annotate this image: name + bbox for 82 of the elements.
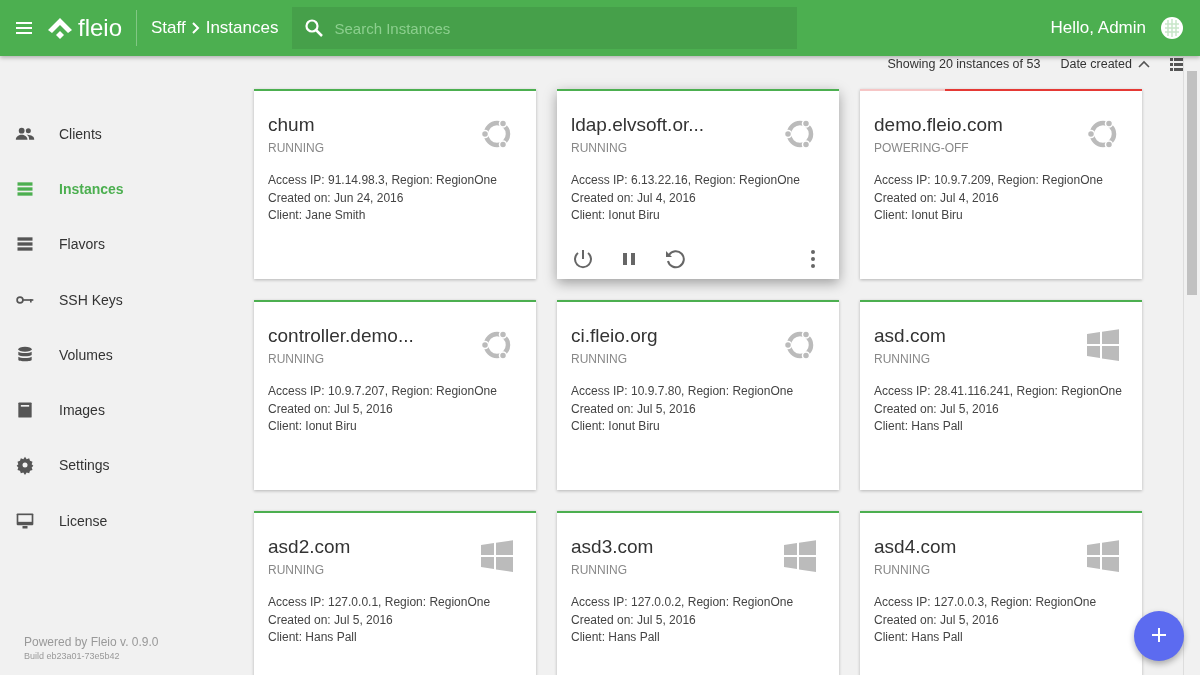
sort-button[interactable]: Date created [1060, 57, 1150, 71]
breadcrumb-current: Instances [205, 18, 279, 38]
images-icon [15, 400, 35, 421]
result-count: Showing 20 instances of 53 [887, 57, 1041, 71]
instance-detail: Created on: Jul 5, 2016 [571, 400, 697, 418]
instance-detail: Access IP: 10.9.7.209, Region: RegionOne [874, 172, 1104, 189]
instance-status: RUNNING [268, 563, 325, 577]
restart-icon[interactable] [663, 247, 687, 271]
instance-name: ci.fleio.org [571, 325, 659, 347]
windows-logo-icon [1086, 539, 1120, 573]
chevron-up-icon [1138, 60, 1150, 68]
instance-detail: Client: Hans Pall [874, 418, 964, 435]
sidebar-item[interactable]: Images [0, 382, 240, 438]
instance-card[interactable]: asd.com RUNNING Access IP: 28.41.116.241, Region: RegionOne Created on: Jul 5, 2016 Client: Hans Pall [860, 300, 1142, 490]
instance-detail: Client: Ionut Biru [268, 418, 358, 435]
instance-detail: Client: Jane Smith [268, 207, 367, 224]
instance-status: POWERING-OFF [874, 141, 970, 155]
instance-name: asd4.com [874, 536, 958, 558]
instance-status: RUNNING [571, 563, 628, 577]
instance-card[interactable]: demo.fleio.com POWERING-OFF Access IP: 10.9.7.209, Region: RegionOne Created on: Jul 4, 2016 Client: Ionut Biru [860, 89, 1142, 279]
avatar-icon[interactable] [1160, 16, 1184, 40]
instance-card[interactable]: asd2.com RUNNING Access IP: 127.0.0.1, Region: RegionOne Created on: Jul 5, 2016 Client: Hans Pall [254, 511, 536, 675]
instance-detail: Created on: Jul 5, 2016 [268, 611, 394, 629]
instance-status: RUNNING [268, 352, 325, 366]
sidebar-item[interactable]: SSH Keys [0, 271, 240, 328]
instance-name: asd.com [874, 325, 947, 347]
chevron-right-icon [191, 22, 200, 34]
windows-logo-icon [1086, 328, 1120, 362]
instance-detail: Client: Hans Pall [571, 629, 661, 646]
instance-status: RUNNING [571, 352, 628, 366]
instance-name: ldap.elvsoft.or... [571, 114, 706, 136]
windows-logo-icon [480, 539, 514, 573]
instance-detail: Access IP: 6.13.22.16, Region: RegionOne [571, 172, 801, 189]
instance-detail: Access IP: 10.9.7.207, Region: RegionOne [268, 383, 498, 400]
instance-detail: Client: Hans Pall [268, 629, 358, 646]
scrollbar[interactable] [1183, 57, 1200, 675]
sidebar-item[interactable]: Volumes [0, 327, 240, 383]
build-text: Build eb23a01-73e5b42 [24, 651, 121, 661]
sidebar-item[interactable]: License [0, 493, 240, 549]
instance-detail: Created on: Jun 24, 2016 [268, 189, 405, 207]
instance-name: asd3.com [571, 536, 655, 558]
instance-name: demo.fleio.com [874, 114, 1004, 136]
sidebar-item[interactable]: Settings [0, 437, 240, 494]
instance-card[interactable]: ci.fleio.org RUNNING Access IP: 10.9.7.80, Region: RegionOne Created on: Jul 5, 2016 Client: Ionut Biru [557, 300, 839, 490]
sidebar-item[interactable]: Clients [0, 106, 240, 162]
instance-name: asd2.com [268, 536, 352, 558]
windows-logo-icon [783, 539, 817, 573]
instance-detail: Access IP: 127.0.0.2, Region: RegionOne [571, 594, 795, 611]
instance-detail: Client: Ionut Biru [874, 207, 964, 224]
instance-status: RUNNING [571, 141, 628, 155]
sidebar-item[interactable]: Flavors [0, 216, 240, 272]
instance-detail: Access IP: 127.0.0.3, Region: RegionOne [874, 594, 1098, 611]
logo-icon [46, 16, 74, 40]
instance-status: RUNNING [874, 563, 931, 577]
version-text: Powered by Fleio v. 0.9.0 [24, 635, 160, 649]
instance-detail: Access IP: 91.14.98.3, Region: RegionOne [268, 172, 498, 189]
instance-detail: Created on: Jul 5, 2016 [874, 400, 1000, 418]
instance-detail: Client: Ionut Biru [571, 418, 661, 435]
instance-name: controller.demo... [268, 325, 415, 347]
instance-card[interactable]: chum RUNNING Access IP: 91.14.98.3, Region: RegionOne Created on: Jun 24, 2016 Client: Jane Smith [254, 89, 536, 279]
instance-card[interactable]: asd4.com RUNNING Access IP: 127.0.0.3, Region: RegionOne Created on: Jul 5, 2016 Client: Hans Pall [860, 511, 1142, 675]
instance-detail: Access IP: 127.0.0.1, Region: RegionOne [268, 594, 492, 611]
instance-detail: Client: Ionut Biru [571, 207, 661, 224]
instance-detail: Created on: Jul 5, 2016 [268, 400, 394, 418]
instance-detail: Created on: Jul 5, 2016 [874, 611, 1000, 629]
instance-status: RUNNING [874, 352, 931, 366]
instance-detail: Client: Hans Pall [874, 629, 964, 646]
power-icon[interactable] [571, 247, 595, 271]
instance-detail: Created on: Jul 5, 2016 [571, 611, 697, 629]
search-icon [304, 18, 325, 38]
search-field[interactable]: Search Instances [292, 7, 798, 49]
settings-icon [15, 455, 35, 476]
instance-detail: Access IP: 10.9.7.80, Region: RegionOne [571, 383, 795, 400]
instance-detail: Created on: Jul 4, 2016 [874, 189, 1000, 207]
instance-status: RUNNING [268, 141, 325, 155]
instance-detail: Access IP: 28.41.116.241, Region: RegionOne [874, 383, 1123, 400]
instance-card[interactable]: ldap.elvsoft.or... RUNNING Access IP: 6.13.22.16, Region: RegionOne Created on: Jul 4, 2016 Client: Ionut Biru [557, 89, 839, 279]
instance-card[interactable]: asd3.com RUNNING Access IP: 127.0.0.2, Region: RegionOne Created on: Jul 5, 2016 Client: Hans Pall [557, 511, 839, 675]
instance-detail: Created on: Jul 4, 2016 [571, 189, 697, 207]
instance-name: chum [268, 114, 316, 136]
add-icon[interactable] [1134, 611, 1184, 661]
instance-card[interactable]: controller.demo... RUNNING Access IP: 10.9.7.207, Region: RegionOne Created on: Jul 5, 2016 Client: Ionut Biru [254, 300, 536, 490]
